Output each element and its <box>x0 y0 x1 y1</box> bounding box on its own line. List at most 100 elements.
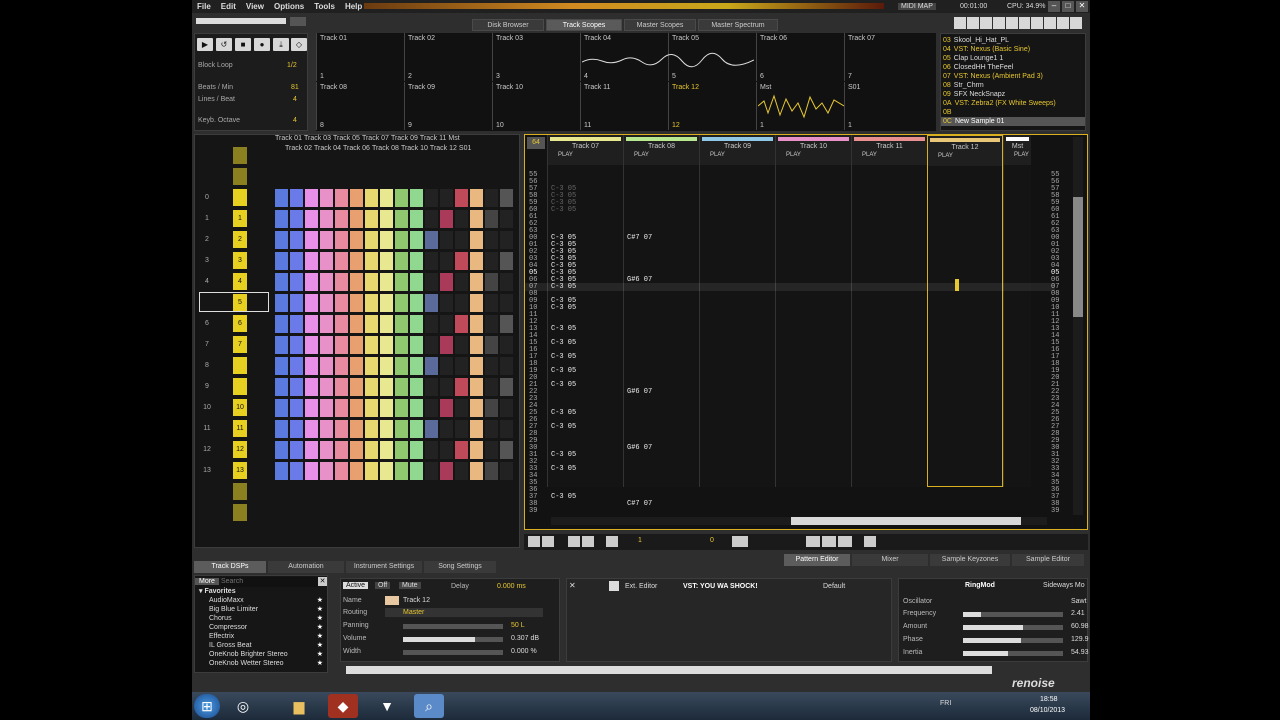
dsp-item[interactable]: AudioMaxx ★ <box>195 596 327 605</box>
matrix-slot[interactable] <box>485 315 498 333</box>
matrix-slot[interactable] <box>335 357 348 375</box>
matrix-slot[interactable] <box>395 441 408 459</box>
dsp-item[interactable]: Big Blue Limiter ★ <box>195 605 327 614</box>
vertical-scrollbar[interactable] <box>1073 137 1083 515</box>
edit-octave-value[interactable]: 1 <box>638 537 642 544</box>
matrix-slot[interactable] <box>440 231 453 249</box>
device-chain-scrollbar[interactable] <box>346 666 992 674</box>
dsp-item[interactable]: Compressor ★ <box>195 623 327 632</box>
scope-track-03[interactable]: Track 03 3 <box>492 33 580 81</box>
matrix-slot[interactable] <box>500 294 513 312</box>
matrix-slot[interactable] <box>440 441 453 459</box>
volume-slider[interactable] <box>403 637 503 642</box>
scope-track-12[interactable]: Track 12 12 <box>668 82 756 130</box>
matrix-slot[interactable] <box>395 399 408 417</box>
matrix-slot[interactable] <box>410 462 423 480</box>
sequence-pattern[interactable]: 6 <box>233 315 247 332</box>
matrix-slot[interactable] <box>365 231 378 249</box>
star-icon[interactable]: ★ <box>317 632 323 641</box>
matrix-slot[interactable] <box>290 378 303 396</box>
menu-options[interactable]: Options <box>269 2 309 11</box>
instrument-item[interactable]: 05 Clap Lounge1 1 <box>941 54 1085 63</box>
star-icon[interactable]: ★ <box>317 641 323 650</box>
matrix-slot[interactable] <box>485 462 498 480</box>
sequence-pattern[interactable]: 13 <box>233 462 247 479</box>
matrix-slot[interactable] <box>500 462 513 480</box>
matrix-slot[interactable] <box>350 252 363 270</box>
matrix-slot[interactable] <box>500 252 513 270</box>
toolbar-button[interactable] <box>822 536 836 547</box>
matrix-slot[interactable] <box>425 357 438 375</box>
note-cell[interactable]: C#7 07 <box>627 500 652 508</box>
pattern-track-mst[interactable]: Mst PLAY <box>1003 135 1031 487</box>
phase-slider[interactable] <box>963 638 1063 643</box>
preset-button[interactable] <box>1044 17 1057 29</box>
menu-edit[interactable]: Edit <box>216 2 241 11</box>
matrix-slot[interactable] <box>395 189 408 207</box>
instrument-item[interactable]: 07 VST: Nexus (Ambient Pad 3) <box>941 72 1085 81</box>
scope-track-11[interactable]: Track 11 11 <box>580 82 668 130</box>
note-cell[interactable]: C-3 05 <box>551 367 576 375</box>
sequence-pattern[interactable]: 3 <box>233 252 247 269</box>
matrix-slot[interactable] <box>275 231 288 249</box>
bpm-value[interactable]: 81 <box>291 84 299 91</box>
matrix-slot[interactable] <box>275 399 288 417</box>
oscillator-value[interactable]: Sawt <box>1071 598 1087 605</box>
matrix-slot[interactable] <box>500 399 513 417</box>
instrument-item[interactable]: 08 Str_Chrm <box>941 81 1085 90</box>
tab-track-dsps[interactable]: Track DSPs <box>194 561 266 573</box>
matrix-slot[interactable] <box>440 315 453 333</box>
matrix-slot[interactable] <box>290 357 303 375</box>
matrix-slot[interactable] <box>335 273 348 291</box>
pattern-lines[interactable]: 64 <box>527 137 545 149</box>
scope-s01[interactable]: S01 1 <box>844 82 932 130</box>
matrix-slot[interactable] <box>455 336 468 354</box>
tab-instrument-settings[interactable]: Instrument Settings <box>346 561 422 573</box>
matrix-slot[interactable] <box>500 336 513 354</box>
matrix-slot[interactable] <box>410 420 423 438</box>
matrix-slot[interactable] <box>500 315 513 333</box>
matrix-slot[interactable] <box>395 462 408 480</box>
matrix-slot[interactable] <box>350 420 363 438</box>
matrix-slot[interactable] <box>395 420 408 438</box>
matrix-slot[interactable] <box>455 231 468 249</box>
matrix-slot[interactable] <box>425 294 438 312</box>
toolbar-button[interactable] <box>528 536 540 547</box>
favorites-folder[interactable]: ▾ Favorites <box>195 587 327 596</box>
matrix-slot[interactable] <box>395 273 408 291</box>
matrix-slot[interactable] <box>365 273 378 291</box>
device-close-icon[interactable]: ✕ <box>569 581 576 590</box>
instrument-item[interactable]: 04 VST: Nexus (Basic Sine) <box>941 45 1085 54</box>
matrix-slot[interactable] <box>290 294 303 312</box>
scope-track-10[interactable]: Track 10 10 <box>492 82 580 130</box>
tab-song-settings[interactable]: Song Settings <box>424 561 496 573</box>
start-button-icon[interactable]: ⊞ <box>194 694 220 718</box>
matrix-slot[interactable] <box>335 252 348 270</box>
app-icon[interactable]: ▼ <box>372 694 402 718</box>
matrix-slot[interactable] <box>380 315 393 333</box>
matrix-slot[interactable] <box>335 378 348 396</box>
matrix-slot[interactable] <box>290 210 303 228</box>
lpb-value[interactable]: 4 <box>293 96 297 103</box>
maximize-icon[interactable]: □ <box>1062 1 1074 12</box>
matrix-slot[interactable] <box>410 357 423 375</box>
matrix-slot[interactable] <box>455 462 468 480</box>
matrix-slot[interactable] <box>395 336 408 354</box>
matrix-slot[interactable] <box>350 462 363 480</box>
star-icon[interactable]: ★ <box>317 605 323 614</box>
matrix-slot[interactable] <box>290 252 303 270</box>
matrix-slot[interactable] <box>380 420 393 438</box>
matrix-slot[interactable] <box>410 210 423 228</box>
sequence-pattern[interactable] <box>233 357 247 374</box>
dsp-search-input[interactable] <box>220 576 318 587</box>
star-icon[interactable]: ★ <box>317 650 323 659</box>
star-icon[interactable]: ★ <box>317 623 323 632</box>
matrix-slot[interactable] <box>275 294 288 312</box>
matrix-slot[interactable] <box>470 252 483 270</box>
matrix-slot[interactable] <box>410 315 423 333</box>
matrix-slot[interactable] <box>485 231 498 249</box>
matrix-slot[interactable] <box>305 399 318 417</box>
note-cell[interactable]: C-3 05 <box>551 423 576 431</box>
sequence-pattern[interactable]: 7 <box>233 336 247 353</box>
matrix-slot[interactable] <box>440 294 453 312</box>
